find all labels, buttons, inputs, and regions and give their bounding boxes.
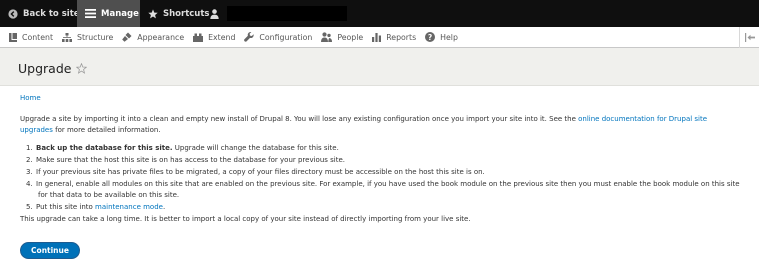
menu-item-people[interactable]: People: [312, 27, 363, 48]
appearance-icon: [122, 32, 132, 42]
list-item: 4. In general, enable all modules on this…: [26, 179, 740, 200]
back-arrow-icon: [8, 8, 18, 19]
back-to-site-link[interactable]: Back to site: [0, 0, 80, 27]
step-text: In general, enable all modules on this s…: [36, 180, 740, 199]
step-number: 1.: [26, 144, 33, 152]
menu-item-label: Help: [440, 32, 458, 42]
step-number: 4.: [26, 180, 33, 188]
step-text: If your previous site has private files …: [36, 168, 485, 176]
user-tab[interactable]: [204, 0, 224, 27]
maintenance-mode-link[interactable]: maintenance mode: [95, 203, 163, 211]
step-suffix: .: [162, 202, 166, 211]
wrench-icon: [244, 32, 255, 42]
step-text: Make sure that the host this site is on …: [36, 156, 346, 164]
shortcuts-tab[interactable]: Shortcuts: [140, 0, 209, 27]
admin-menu-tray: Content Structure Appearance Extend Conf…: [0, 27, 759, 48]
extend-icon: [193, 33, 204, 42]
star-icon: [148, 8, 158, 18]
shortcuts-label: Shortcuts: [163, 8, 210, 19]
menu-item-help[interactable]: ? Help: [416, 27, 458, 48]
svg-text:?: ?: [428, 33, 432, 42]
main-content: Upgrade a site by importing it into a cl…: [20, 114, 740, 224]
manage-label: Manage: [101, 8, 139, 19]
list-item: 1. Back up the database for this site. Up…: [26, 143, 740, 154]
step-number: 5.: [26, 202, 33, 211]
list-item: 5. Put this site into maintenance mode.: [26, 202, 740, 213]
step-text: Put this site into: [36, 202, 96, 211]
step-text: Upgrade will change the database for thi…: [172, 144, 339, 152]
menu-item-label: Reports: [386, 32, 417, 42]
manage-tab[interactable]: Manage: [77, 0, 140, 27]
redacted-username: [227, 6, 347, 21]
menu-item-label: Extend: [208, 32, 236, 42]
menu-item-content[interactable]: Content: [0, 27, 53, 48]
structure-icon: [62, 32, 73, 42]
menu-item-label: Content: [22, 32, 54, 42]
list-item: 3. If your previous site has private file…: [26, 167, 740, 178]
menu-item-label: Structure: [77, 32, 114, 42]
people-icon: [321, 32, 333, 42]
menu-item-appearance[interactable]: Appearance: [113, 27, 184, 48]
page-header: Upgrade: [0, 48, 759, 86]
menu-item-label: People: [337, 32, 364, 42]
list-item: 2. Make sure that the host this site is o…: [26, 155, 740, 166]
page-title: Upgrade: [18, 61, 72, 76]
duration-note: This upgrade can take a long time. It is…: [20, 214, 471, 223]
intro-text: Upgrade a site by importing it into a cl…: [20, 115, 579, 123]
menu-item-extend[interactable]: Extend: [184, 27, 235, 48]
continue-button[interactable]: Continue: [20, 242, 80, 259]
step-number: 3.: [26, 168, 33, 176]
step-bold-text: Back up the database for this site.: [36, 144, 173, 152]
pin-icon: [744, 33, 755, 42]
breadcrumb-home-link[interactable]: Home: [20, 94, 41, 102]
upgrade-steps-list: 1. Back up the database for this site. Up…: [20, 143, 740, 212]
help-icon: ?: [425, 32, 436, 42]
menu-item-structure[interactable]: Structure: [53, 27, 113, 48]
intro-suffix: for more detailed information.: [52, 125, 161, 134]
admin-toolbar: Back to site Manage Shortcuts: [0, 0, 759, 27]
menu-item-label: Configuration: [259, 32, 313, 42]
back-to-site-label: Back to site: [23, 8, 80, 19]
menu-item-reports[interactable]: Reports: [363, 27, 416, 48]
intro-paragraph: Upgrade a site by importing it into a cl…: [20, 114, 740, 135]
step-number: 2.: [26, 156, 33, 164]
reports-icon: [372, 32, 382, 42]
content-icon: [9, 32, 17, 42]
hamburger-icon: [85, 9, 96, 18]
menu-item-configuration[interactable]: Configuration: [235, 27, 312, 48]
tray-orientation-toggle[interactable]: [739, 27, 759, 48]
menu-item-label: Appearance: [137, 32, 185, 42]
user-icon: [210, 8, 219, 19]
add-shortcut-star-icon[interactable]: [76, 63, 88, 74]
